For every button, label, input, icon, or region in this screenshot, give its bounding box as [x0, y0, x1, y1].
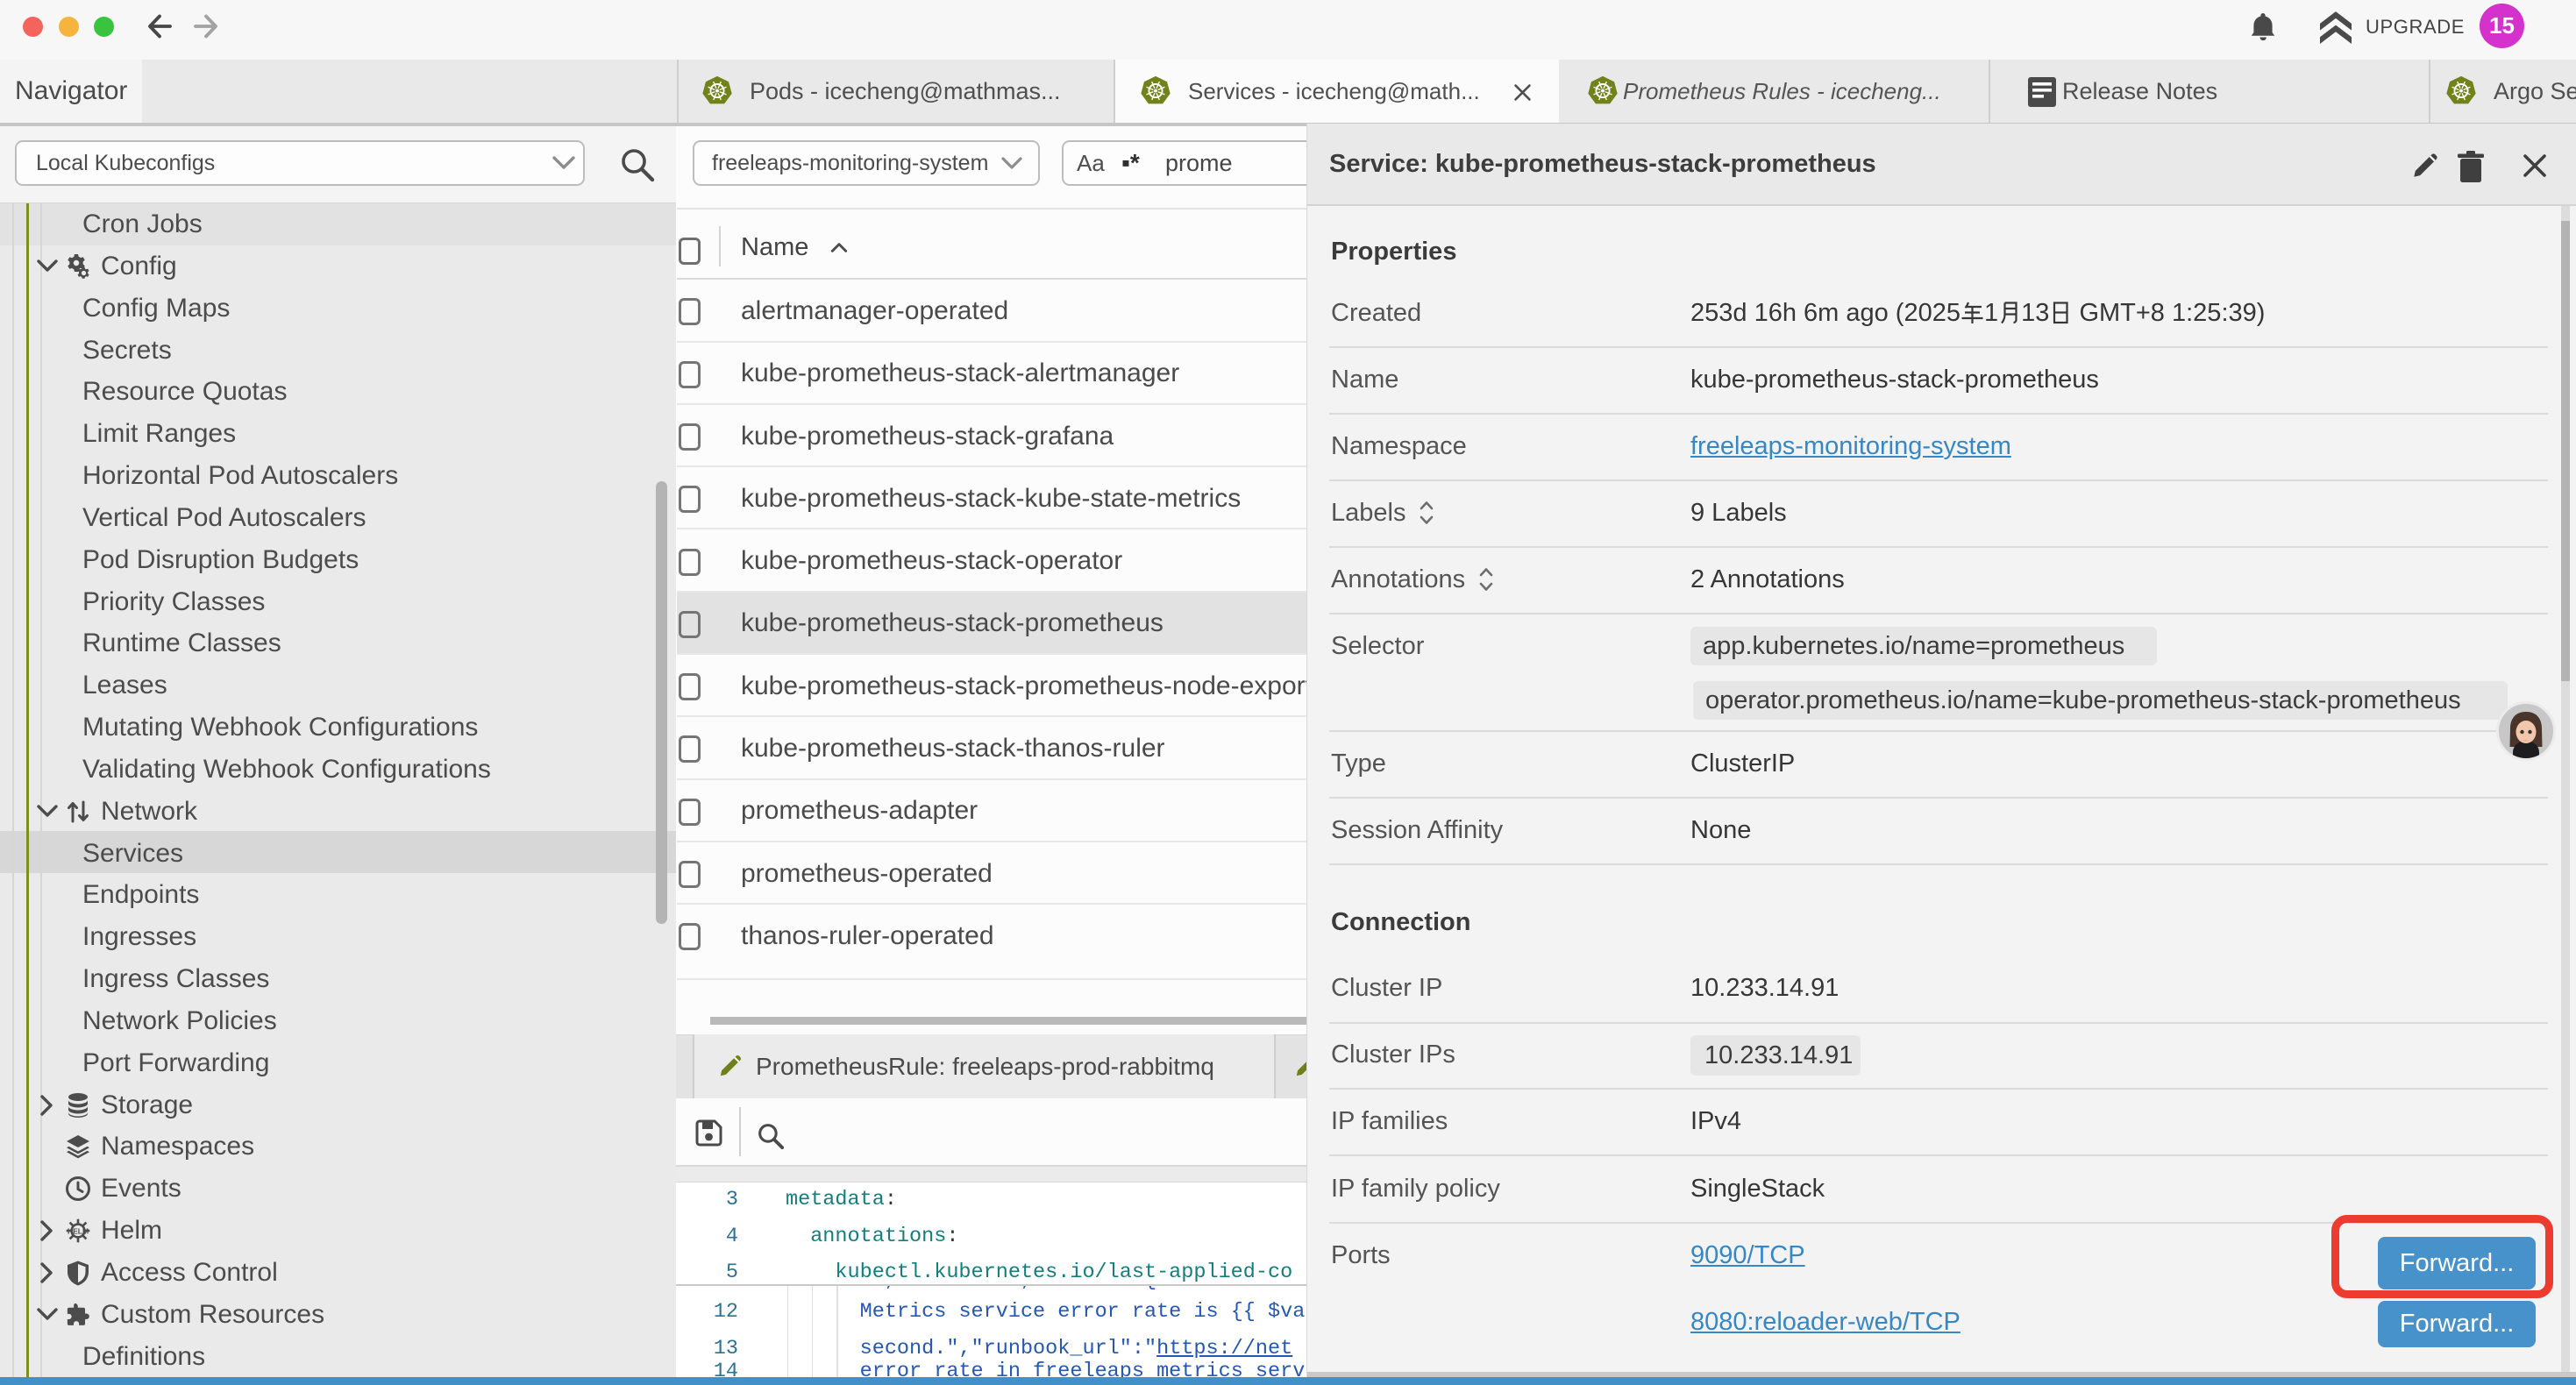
svg-text:HELM: HELM: [68, 1227, 89, 1236]
